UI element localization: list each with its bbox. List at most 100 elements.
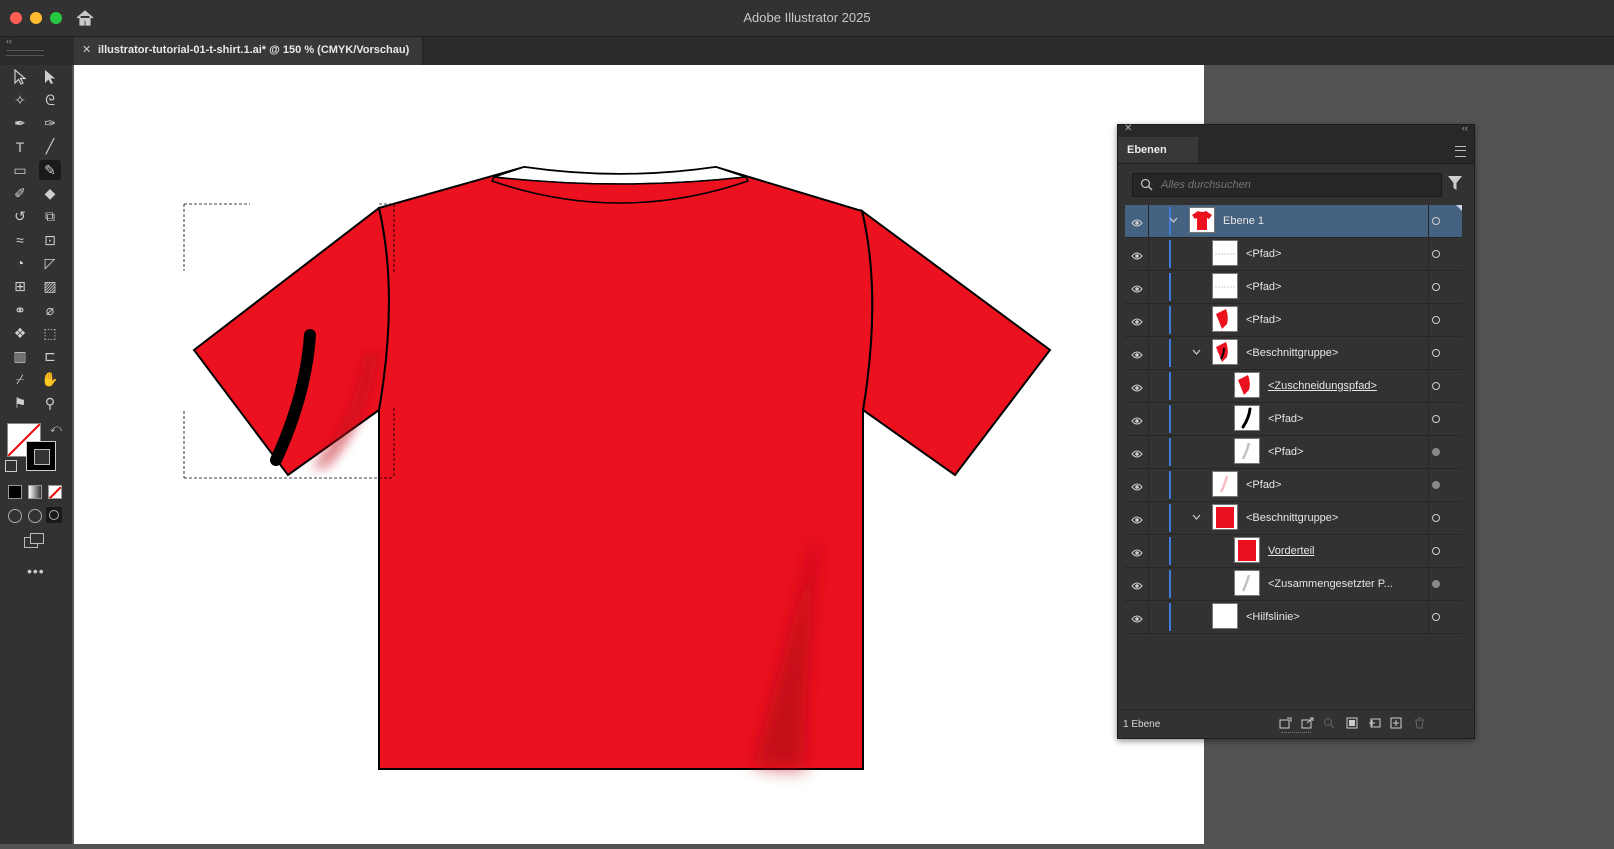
expand-chevron-icon[interactable] <box>1192 348 1201 359</box>
magic-wand-tool-icon[interactable]: ✧ <box>9 90 31 110</box>
visibility-eye-icon[interactable] <box>1131 347 1143 365</box>
lock-column[interactable] <box>1148 337 1149 369</box>
panel-header-strip[interactable]: ✕ ‹‹ <box>1118 123 1474 137</box>
stroke-swatch[interactable] <box>26 441 56 471</box>
lasso-tool-icon[interactable]: ᘓ <box>39 90 61 110</box>
draw-behind-icon[interactable] <box>28 509 42 523</box>
rotate-tool-icon[interactable]: ↺ <box>9 207 31 227</box>
target-circle-icon[interactable] <box>1432 283 1440 291</box>
slice-tool-icon[interactable]: ⌿ <box>9 370 31 390</box>
lock-column[interactable] <box>1148 601 1149 633</box>
right-sleeve[interactable] <box>860 208 1052 477</box>
visibility-eye-icon[interactable] <box>1131 512 1143 530</box>
visibility-eye-icon[interactable] <box>1131 578 1143 596</box>
layer-row[interactable]: <Hilfslinie> <box>1125 601 1462 634</box>
layer-row[interactable]: <Pfad> <box>1125 304 1462 337</box>
target-circle-icon[interactable] <box>1432 382 1440 390</box>
tab-layers[interactable]: Ebenen <box>1118 137 1198 163</box>
layer-row[interactable]: <Pfad> <box>1125 436 1462 469</box>
paintbrush-tool-icon[interactable]: ✐ <box>9 184 31 204</box>
puppet-warp-tool-icon[interactable]: ⚑ <box>9 393 31 413</box>
blend-tool-icon[interactable]: ⚭ <box>9 300 31 320</box>
panel-resize-grip[interactable] <box>1281 732 1311 736</box>
visibility-eye-icon[interactable] <box>1131 545 1143 563</box>
toolbar-grip[interactable] <box>6 50 44 56</box>
collapse-panel-icon[interactable]: ‹‹ <box>1462 123 1468 133</box>
screen-mode-icon[interactable] <box>24 533 44 548</box>
lock-column[interactable] <box>1148 205 1149 237</box>
lock-column[interactable] <box>1148 370 1149 402</box>
shape-builder-tool-icon[interactable]: ◔ <box>9 253 31 273</box>
zoom-tool-icon[interactable]: ⚲ <box>39 393 61 413</box>
gradient-mode-icon[interactable] <box>28 485 42 499</box>
curvature-tool-icon[interactable]: ✑ <box>39 114 61 134</box>
rectangle-tool-icon[interactable]: ▭ <box>9 160 31 180</box>
selection-tool-icon[interactable] <box>9 67 31 87</box>
close-panel-icon[interactable]: ✕ <box>1124 123 1132 134</box>
visibility-eye-icon[interactable] <box>1131 281 1143 299</box>
visibility-eye-icon[interactable] <box>1131 380 1143 398</box>
draw-inside-icon[interactable] <box>46 507 62 523</box>
layer-row[interactable]: <Pfad> <box>1125 271 1462 304</box>
filter-icon[interactable] <box>1448 175 1462 196</box>
lock-column[interactable] <box>1148 436 1149 468</box>
locate-object-icon[interactable] <box>1323 717 1336 729</box>
gradient-tool-icon[interactable]: ▨ <box>39 277 61 297</box>
target-circle-icon[interactable] <box>1432 448 1440 456</box>
new-sublayer-icon[interactable] <box>1368 717 1381 729</box>
delete-icon[interactable] <box>1413 717 1426 729</box>
visibility-eye-icon[interactable] <box>1131 446 1143 464</box>
lock-column[interactable] <box>1148 271 1149 303</box>
collect-for-export-icon[interactable] <box>1279 717 1292 729</box>
color-mode-icon[interactable] <box>8 485 22 499</box>
lock-column[interactable] <box>1148 469 1149 501</box>
layer-row[interactable]: <Pfad> <box>1125 403 1462 436</box>
lock-column[interactable] <box>1148 502 1149 534</box>
target-circle-icon[interactable] <box>1432 217 1440 225</box>
target-circle-icon[interactable] <box>1432 250 1440 258</box>
lock-column[interactable] <box>1148 568 1149 600</box>
visibility-eye-icon[interactable] <box>1131 314 1143 332</box>
layer-row[interactable]: <Beschnittgruppe> <box>1125 502 1462 535</box>
visibility-eye-icon[interactable] <box>1131 248 1143 266</box>
export-icon[interactable] <box>1301 717 1314 729</box>
target-circle-icon[interactable] <box>1432 514 1440 522</box>
collapse-toolbar-icon[interactable]: ‹‹ <box>6 36 12 46</box>
target-circle-icon[interactable] <box>1432 613 1440 621</box>
perspective-grid-tool-icon[interactable]: ◸ <box>39 253 61 273</box>
symbol-sprayer-tool-icon[interactable]: ❖ <box>9 323 31 343</box>
lock-column[interactable] <box>1148 403 1149 435</box>
default-fill-stroke-icon[interactable] <box>5 460 17 472</box>
artboard[interactable] <box>74 65 1204 844</box>
target-circle-icon[interactable] <box>1432 481 1440 489</box>
edit-toolbar-icon[interactable]: ••• <box>27 563 45 579</box>
scale-tool-icon[interactable]: ⧉ <box>39 207 61 227</box>
eyedropper-tool-icon[interactable]: ⌀ <box>39 300 61 320</box>
layer-row[interactable]: <Pfad> <box>1125 469 1462 502</box>
document-tab[interactable]: ✕ illustrator-tutorial-01-t-shirt.1.ai* … <box>74 37 423 65</box>
layer-row[interactable]: <Zusammengesetzter P... <box>1125 568 1462 601</box>
target-circle-icon[interactable] <box>1432 316 1440 324</box>
lock-column[interactable] <box>1148 535 1149 567</box>
make-clipping-mask-icon[interactable] <box>1346 717 1359 729</box>
target-circle-icon[interactable] <box>1432 580 1440 588</box>
width-tool-icon[interactable]: ≈ <box>9 230 31 250</box>
lock-column[interactable] <box>1148 304 1149 336</box>
visibility-eye-icon[interactable] <box>1131 479 1143 497</box>
line-segment-tool-icon[interactable]: ╱ <box>39 137 61 157</box>
free-transform-tool-icon[interactable]: ⊡ <box>39 230 61 250</box>
target-circle-icon[interactable] <box>1432 415 1440 423</box>
draw-normal-icon[interactable] <box>8 509 22 523</box>
visibility-eye-icon[interactable] <box>1131 215 1143 233</box>
column-graph-tool-icon[interactable]: ▥ <box>9 347 31 367</box>
artboard-tool-icon[interactable]: ⊏ <box>39 347 61 367</box>
expand-chevron-icon[interactable] <box>1192 513 1201 524</box>
lock-column[interactable] <box>1148 238 1149 270</box>
shaper-tool-icon[interactable]: ✎ <box>39 160 61 181</box>
layer-row[interactable]: Vorderteil <box>1125 535 1462 568</box>
swap-fill-stroke-icon[interactable]: ⤺ <box>50 423 62 436</box>
eraser-tool-icon[interactable]: ◆ <box>39 184 61 204</box>
pen-tool-icon[interactable]: ✒ <box>9 114 31 134</box>
expand-chevron-icon[interactable] <box>1169 216 1178 227</box>
live-paint-tool-icon[interactable]: ⬚ <box>39 323 61 343</box>
